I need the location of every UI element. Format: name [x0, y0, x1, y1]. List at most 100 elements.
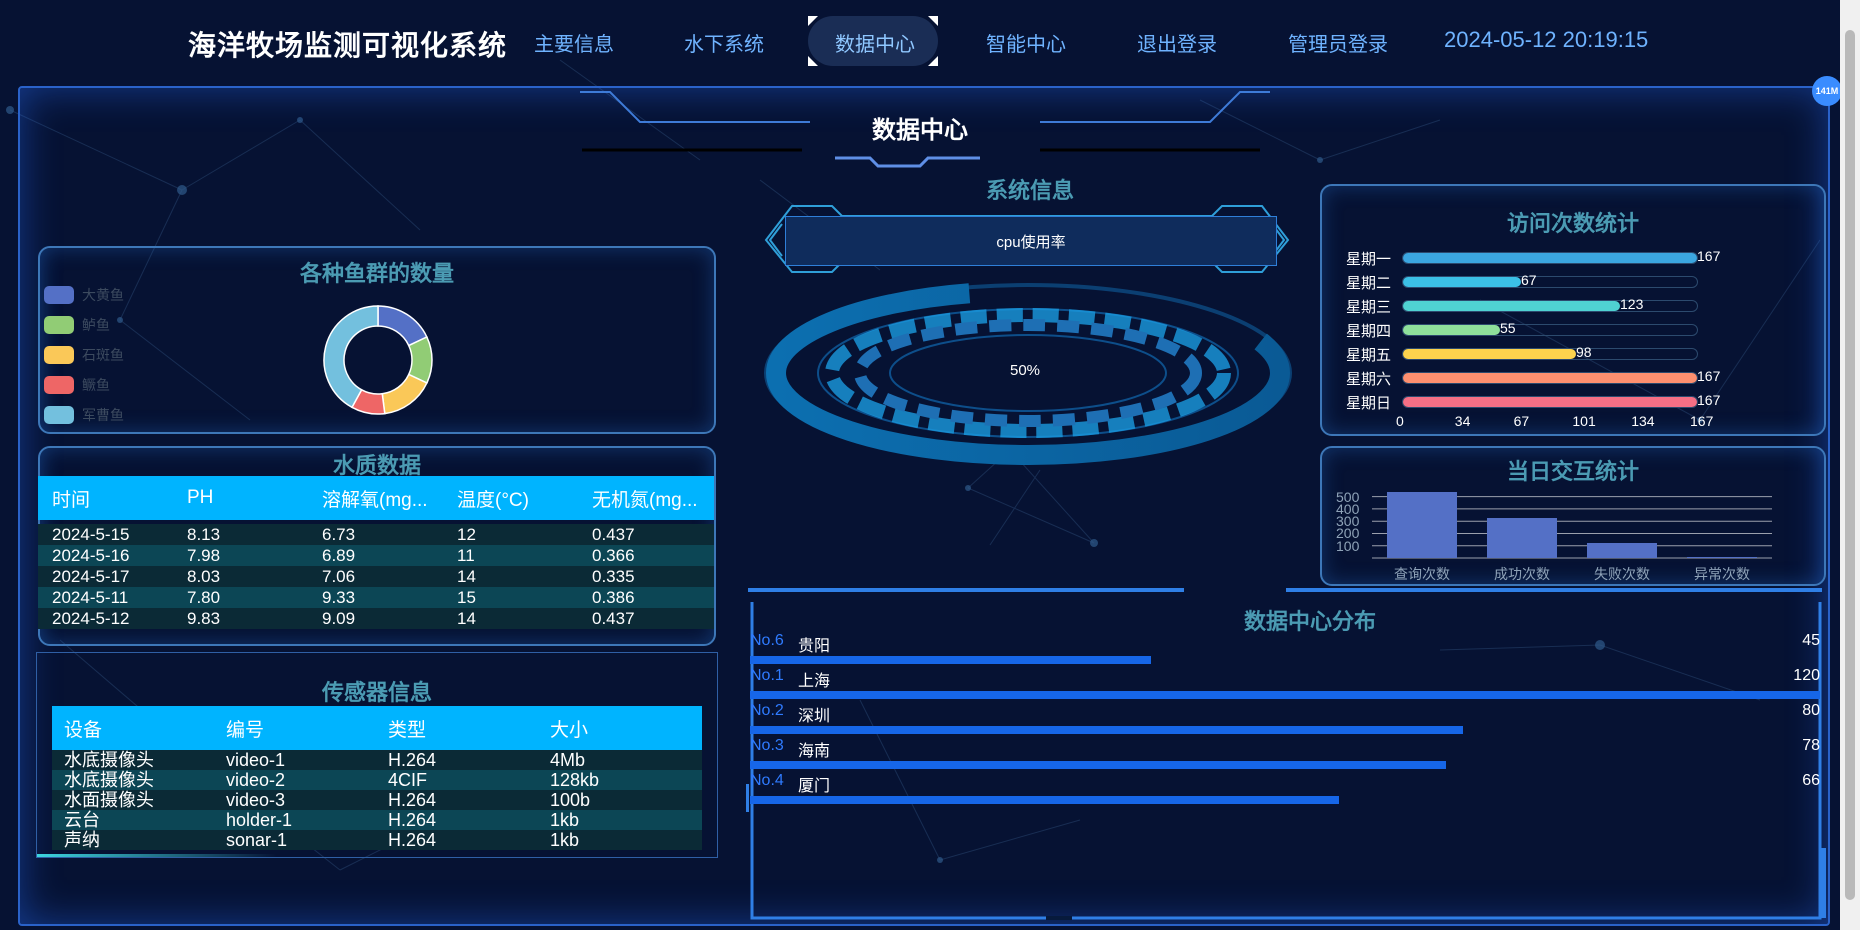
distribution-bar: [750, 726, 1463, 734]
nav-data-center[interactable]: 数据中心: [835, 28, 915, 57]
table-row: 2024-5-12 9.83 9.09 14 0.437: [38, 608, 714, 629]
cpu-usage-label: cpu使用率: [785, 216, 1277, 266]
visits-panel-title: 访问次数统计: [1506, 211, 1639, 236]
visit-bar[interactable]: [1403, 253, 1697, 263]
distribution-bar: [750, 656, 1151, 664]
datetime-display: 2024-05-12 20:19:15: [1444, 27, 1649, 52]
distribution-row[interactable]: No.6 贵阳 45: [750, 632, 1820, 666]
visit-day-label: 星期三: [1346, 299, 1392, 316]
table-row: 云台 holder-1 H.264 1kb: [52, 810, 702, 830]
visit-axis-tick: 134: [1631, 413, 1655, 429]
visit-bar-track: [1402, 348, 1698, 360]
interaction-bar[interactable]: [1487, 517, 1557, 558]
distribution-bar: [750, 691, 1820, 699]
visit-value-label: 167: [1697, 248, 1721, 264]
legend-swatch: [44, 316, 74, 334]
fish-donut-chart: [323, 305, 433, 415]
interaction-category-label: 异常次数: [1694, 566, 1750, 582]
interaction-category-label: 查询次数: [1394, 566, 1450, 582]
interaction-bar[interactable]: [1387, 491, 1457, 558]
rank-number: No.6: [750, 632, 784, 649]
interaction-bar[interactable]: [1587, 543, 1657, 558]
water-quality-table: 时间 PH 溶解氧(mg... 温度(°C) 无机氮(mg... 2024-5-…: [38, 476, 714, 629]
top-nav-bar: 海洋牧场监测可视化系统 主要信息 水下系统 数据中心 智能中心 退出登录 管理员…: [0, 0, 1860, 84]
vertical-scrollbar[interactable]: [1840, 0, 1860, 930]
sensor-panel-title: 传感器信息: [321, 680, 432, 705]
visit-bar[interactable]: [1403, 397, 1697, 407]
cpu-percent-value: 50%: [1009, 362, 1041, 379]
nav-smart-center[interactable]: 智能中心: [986, 28, 1066, 57]
table-row: 声纳 sonar-1 H.264 1kb: [52, 830, 702, 850]
visit-bar-track: [1402, 276, 1698, 288]
visit-bar[interactable]: [1403, 373, 1697, 383]
legend-swatch: [44, 346, 74, 364]
table-row: 水底摄像头 video-1 H.264 4Mb: [52, 750, 702, 770]
legend-item[interactable]: 石斑鱼: [44, 346, 124, 364]
table-header-row: 时间 PH 溶解氧(mg... 温度(°C) 无机氮(mg...: [38, 476, 714, 520]
column-header: 编号: [214, 706, 376, 750]
rank-number: No.1: [750, 667, 784, 684]
visit-bar-track: [1402, 372, 1698, 384]
distribution-row[interactable]: No.4 厦门 66: [750, 772, 1820, 806]
legend-item[interactable]: 军曹鱼: [44, 406, 124, 424]
nav-main-info[interactable]: 主要信息: [534, 28, 614, 57]
distribution-row[interactable]: No.2 深圳 80: [750, 702, 1820, 736]
visit-bar[interactable]: [1403, 277, 1521, 287]
system-info-title: 系统信息: [985, 178, 1074, 203]
table-row: 2024-5-15 8.13 6.73 12 0.437: [38, 524, 714, 545]
visit-axis-tick: 67: [1513, 413, 1530, 429]
donut-slice[interactable]: [377, 305, 428, 347]
legend-swatch: [44, 286, 74, 304]
column-header: 设备: [52, 706, 214, 750]
nav-underwater-system[interactable]: 水下系统: [684, 28, 764, 57]
visit-value-label: 167: [1697, 392, 1721, 408]
visit-axis-tick: 167: [1690, 413, 1714, 429]
visit-day-label: 星期二: [1346, 275, 1392, 292]
legend-label: 大黄鱼: [82, 287, 124, 303]
legend-swatch: [44, 376, 74, 394]
legend-item[interactable]: 鲈鱼: [44, 316, 110, 334]
distribution-bar: [750, 761, 1446, 769]
visit-bar-track: [1402, 252, 1698, 264]
visit-day-label: 星期一: [1346, 251, 1392, 268]
interaction-bar[interactable]: [1687, 557, 1757, 558]
nav-logout[interactable]: 退出登录: [1137, 28, 1217, 57]
distribution-row[interactable]: No.3 海南 78: [750, 737, 1820, 771]
visit-day-label: 星期日: [1346, 395, 1392, 412]
sensor-table: 设备 编号 类型 大小 水底摄像头 video-1 H.264 4Mb 水底摄像头 vi…: [52, 706, 702, 850]
visit-bar-track: [1402, 396, 1698, 408]
visit-bar[interactable]: [1403, 301, 1620, 311]
city-value: 78: [1802, 737, 1820, 754]
distribution-row[interactable]: No.1 上海 120: [750, 667, 1820, 701]
table-row: 2024-5-16 7.98 6.89 11 0.366: [38, 545, 714, 566]
nav-admin-login[interactable]: 管理员登录: [1288, 28, 1388, 57]
visit-bar[interactable]: [1403, 349, 1576, 359]
scrollbar-thumb[interactable]: [1845, 30, 1855, 900]
legend-label: 军曹鱼: [82, 407, 124, 423]
legend-item[interactable]: 鳜鱼: [44, 376, 110, 394]
visit-bar[interactable]: [1403, 325, 1500, 335]
donut-slice[interactable]: [381, 373, 428, 415]
column-header: 类型: [376, 706, 538, 750]
city-value: 80: [1802, 702, 1820, 719]
column-header: 无机氮(mg...: [578, 476, 714, 520]
memory-badge: 141M: [1812, 76, 1842, 106]
visit-value-label: 167: [1697, 368, 1721, 384]
interaction-category-label: 成功次数: [1494, 566, 1550, 582]
visit-axis-tick: 34: [1454, 413, 1471, 429]
visit-value-label: 123: [1620, 296, 1644, 312]
city-value: 45: [1802, 632, 1820, 649]
donut-slice[interactable]: [323, 305, 379, 409]
table-row: 2024-5-11 7.80 9.33 15 0.386: [38, 587, 714, 608]
rank-number: No.2: [750, 702, 784, 719]
legend-item[interactable]: 大黄鱼: [44, 286, 124, 304]
table-row: 水面摄像头 video-3 H.264 100b: [52, 790, 702, 810]
legend-label: 鲈鱼: [82, 317, 110, 333]
city-name: 上海: [798, 673, 831, 690]
table-header-row: 设备 编号 类型 大小: [52, 706, 702, 750]
column-header: PH: [173, 476, 308, 520]
column-header: 溶解氧(mg...: [308, 476, 443, 520]
rank-number: No.3: [750, 737, 784, 754]
column-header: 时间: [38, 476, 173, 520]
city-name: 厦门: [798, 778, 831, 795]
